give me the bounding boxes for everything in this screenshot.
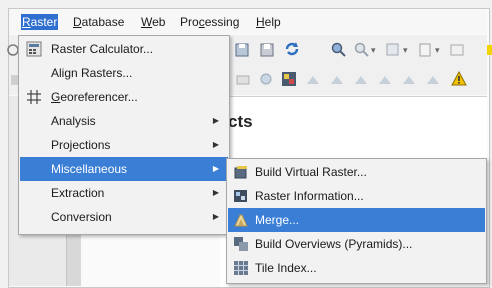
submenu-arrow-icon: ▶ bbox=[212, 164, 219, 173]
submenu-arrow-icon: ▶ bbox=[212, 212, 219, 221]
menu-database[interactable]: Database bbox=[72, 14, 125, 30]
main-heading: cts bbox=[228, 112, 253, 131]
new-layer-dropdown-icon[interactable]: ▾ bbox=[435, 45, 440, 56]
select-dropdown-icon[interactable]: ▾ bbox=[403, 45, 408, 56]
menu-item-projections[interactable]: Projections ▶ bbox=[20, 133, 228, 157]
build-overviews-icon bbox=[234, 237, 248, 251]
menu-item-analysis[interactable]: Analysis ▶ bbox=[20, 109, 228, 133]
menubar: Raster Database Web Processing Help bbox=[9, 10, 487, 34]
tile-index-icon bbox=[234, 261, 248, 275]
tool-c-icon[interactable] bbox=[353, 72, 369, 88]
tool-a-icon[interactable] bbox=[305, 72, 321, 88]
select-icon[interactable] bbox=[385, 42, 401, 58]
menu-item-label: Raster Information... bbox=[255, 189, 364, 203]
save-project-icon[interactable] bbox=[259, 42, 275, 58]
zoom-out-icon[interactable] bbox=[354, 42, 370, 58]
menu-processing[interactable]: Processing bbox=[179, 14, 240, 30]
menu-item-build-overviews[interactable]: Build Overviews (Pyramids)... bbox=[228, 232, 485, 256]
raster-calculator-icon bbox=[26, 41, 42, 57]
menu-item-label: Conversion bbox=[51, 210, 112, 224]
menu-item-label: Tile Index... bbox=[255, 261, 317, 275]
menu-item-extraction[interactable]: Extraction ▶ bbox=[20, 181, 228, 205]
refresh-icon[interactable] bbox=[284, 41, 300, 57]
edit-icon[interactable] bbox=[449, 42, 465, 58]
warning-icon[interactable] bbox=[451, 71, 467, 87]
tool-b-icon[interactable] bbox=[329, 72, 345, 88]
layers-panel-scrollbar[interactable] bbox=[66, 230, 81, 286]
menu-item-raster-information[interactable]: Raster Information... bbox=[228, 184, 485, 208]
menu-item-tile-index[interactable]: Tile Index... bbox=[228, 256, 485, 280]
menu-item-merge[interactable]: Merge... bbox=[228, 208, 485, 232]
raster-tool-icon[interactable] bbox=[281, 71, 297, 87]
build-virtual-raster-icon bbox=[234, 166, 247, 179]
menu-item-label: Extraction bbox=[51, 186, 105, 200]
menu-item-label: Merge... bbox=[255, 213, 300, 227]
menu-raster[interactable]: Raster bbox=[21, 14, 59, 30]
zoom-icon[interactable] bbox=[331, 42, 347, 58]
georeferencer-icon bbox=[27, 90, 41, 104]
save-as-icon[interactable] bbox=[234, 42, 250, 58]
identify-icon[interactable] bbox=[259, 72, 275, 88]
raster-information-icon bbox=[234, 190, 247, 202]
menu-item-label: Build Virtual Raster... bbox=[255, 165, 367, 179]
menu-item-miscellaneous[interactable]: Miscellaneous ▶ bbox=[20, 157, 228, 181]
menu-item-conversion[interactable]: Conversion ▶ bbox=[20, 205, 228, 229]
menu-item-label: Analysis bbox=[51, 114, 96, 128]
menu-item-georeferencer[interactable]: Georeferencer... bbox=[20, 85, 228, 109]
miscellaneous-submenu: Build Virtual Raster... Raster Informati… bbox=[226, 158, 487, 284]
menu-item-raster-calculator[interactable]: Raster Calculator... bbox=[20, 37, 228, 61]
tool-e-icon[interactable] bbox=[401, 72, 417, 88]
digitize-icon[interactable] bbox=[235, 72, 251, 88]
submenu-arrow-icon: ▶ bbox=[212, 188, 219, 197]
menu-help[interactable]: Help bbox=[255, 14, 282, 30]
menu-item-label: Align Rasters... bbox=[51, 66, 133, 80]
menu-item-label: Raster Calculator... bbox=[51, 42, 154, 56]
menu-item-label: Projections bbox=[51, 138, 111, 152]
menu-item-align-rasters[interactable]: Align Rasters... bbox=[20, 61, 228, 85]
menu-item-build-virtual-raster[interactable]: Build Virtual Raster... bbox=[228, 160, 485, 184]
submenu-arrow-icon: ▶ bbox=[212, 116, 219, 125]
menu-item-label: Miscellaneous bbox=[51, 162, 128, 176]
tool-f-icon[interactable] bbox=[425, 72, 441, 88]
raster-menu: Raster Calculator... Align Rasters... Ge… bbox=[18, 35, 230, 235]
merge-icon bbox=[234, 214, 248, 227]
menu-item-label: Build Overviews (Pyramids)... bbox=[255, 237, 413, 251]
zoom-dropdown-icon[interactable]: ▾ bbox=[371, 45, 376, 56]
new-layer-icon[interactable] bbox=[417, 42, 433, 58]
highlight-icon[interactable] bbox=[485, 42, 492, 58]
menu-item-label: Georeferencer... bbox=[51, 90, 138, 104]
submenu-arrow-icon: ▶ bbox=[212, 140, 219, 149]
tool-d-icon[interactable] bbox=[377, 72, 393, 88]
menu-web[interactable]: Web bbox=[140, 14, 166, 30]
